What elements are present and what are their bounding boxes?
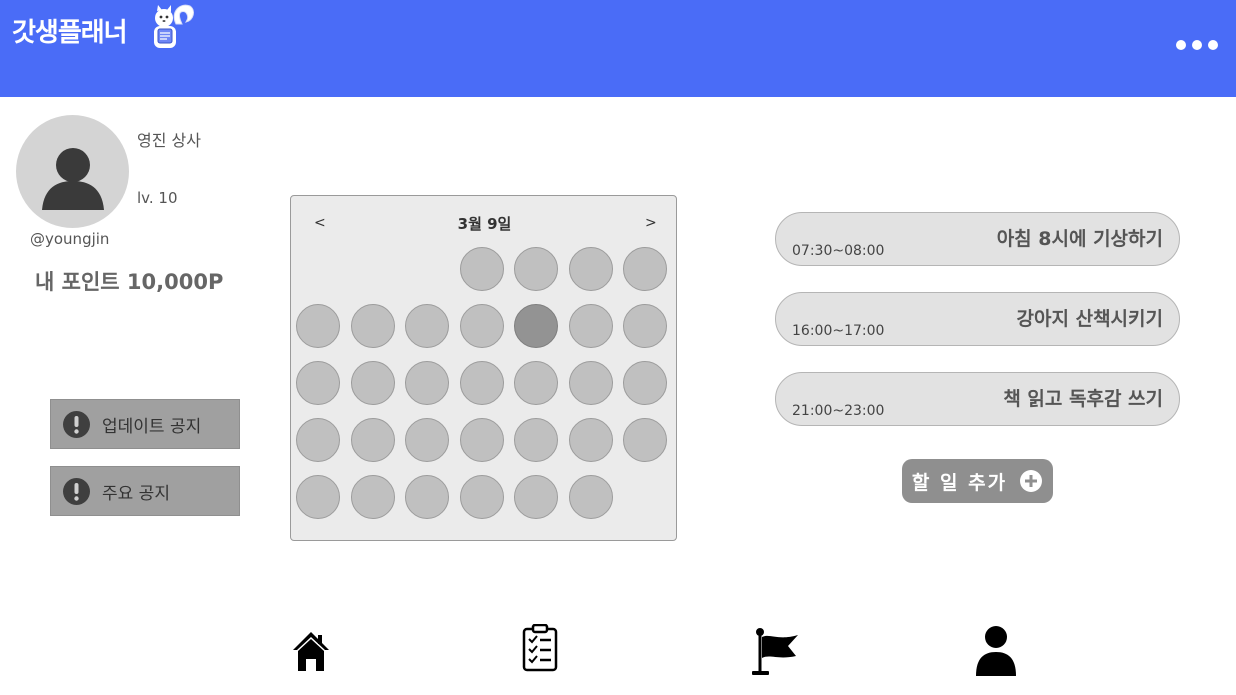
calendar-day[interactable]	[514, 361, 558, 405]
calendar-day[interactable]	[405, 418, 449, 462]
flag-icon[interactable]	[750, 624, 800, 676]
calendar-day[interactable]	[514, 247, 558, 291]
user-level: lv. 10	[137, 189, 178, 207]
app-header: 갓생플래너	[0, 0, 1236, 97]
calendar-day[interactable]	[296, 304, 340, 348]
calendar-day[interactable]	[350, 361, 395, 405]
calendar-day[interactable]	[459, 247, 504, 291]
calendar-date-title: 3월 9일	[457, 215, 512, 233]
calendar-day[interactable]	[568, 361, 613, 405]
user-name: 영진 상사	[137, 131, 201, 150]
calendar-day[interactable]	[623, 361, 667, 405]
points-display: 내 포인트 10,000P	[35, 270, 224, 294]
exclamation-icon	[63, 410, 90, 438]
calendar-day[interactable]	[623, 304, 667, 348]
calendar-day[interactable]	[514, 475, 558, 519]
clipboard-checklist-icon[interactable]	[520, 624, 560, 672]
task-item[interactable]: 책 읽고 독후감 쓰기 21:00~23:00	[775, 372, 1180, 426]
calendar-day[interactable]	[296, 418, 340, 462]
home-icon[interactable]	[291, 624, 331, 672]
app-title: 갓생플래너	[12, 18, 128, 48]
calendar-day[interactable]	[405, 361, 449, 405]
more-horizontal-icon	[1176, 40, 1186, 50]
task-time: 21:00~23:00	[792, 403, 885, 419]
task-time: 16:00~17:00	[792, 323, 885, 339]
update-notice-button[interactable]: 업데이트 공지	[50, 399, 240, 449]
task-name: 강아지 산책시키기	[1016, 308, 1163, 330]
calendar-day[interactable]	[568, 418, 613, 462]
calendar-day[interactable]	[568, 475, 613, 519]
exclamation-icon	[63, 477, 90, 505]
task-name: 책 읽고 독후감 쓰기	[1003, 388, 1163, 410]
calendar-day[interactable]	[459, 361, 504, 405]
task-item[interactable]: 아침 8시에 기상하기 07:30~08:00	[775, 212, 1180, 266]
calendar-day[interactable]	[296, 361, 340, 405]
avatar[interactable]	[16, 115, 129, 228]
task-name: 아침 8시에 기상하기	[996, 228, 1163, 250]
calendar-day[interactable]	[459, 475, 504, 519]
calendar-day[interactable]	[405, 304, 449, 348]
more-menu-button[interactable]	[1176, 40, 1218, 50]
calendar-day[interactable]	[350, 475, 395, 519]
calendar-day[interactable]	[568, 304, 613, 348]
calendar-day[interactable]	[296, 475, 340, 519]
calendar-day[interactable]	[568, 247, 613, 291]
next-month-button[interactable]: >	[645, 215, 657, 231]
person-icon[interactable]	[974, 624, 1018, 676]
calendar: 3월 9일 < >	[290, 195, 677, 541]
calendar-day[interactable]	[459, 304, 504, 348]
calendar-day[interactable]	[623, 418, 667, 462]
user-handle: @youngjin	[30, 230, 110, 248]
calendar-day-selected[interactable]	[514, 304, 558, 348]
add-task-label: 할 일 추가	[911, 471, 1008, 494]
notice-label: 주요 공지	[102, 483, 170, 504]
add-task-button[interactable]: 할 일 추가	[902, 459, 1053, 503]
plus-circle-icon	[1020, 470, 1043, 492]
task-time: 07:30~08:00	[792, 243, 885, 259]
calendar-day[interactable]	[350, 418, 395, 462]
main-notice-button[interactable]: 주요 공지	[50, 466, 240, 516]
calendar-day[interactable]	[623, 247, 667, 291]
prev-month-button[interactable]: <	[314, 215, 326, 231]
squirrel-mascot-icon	[154, 4, 194, 48]
person-icon	[42, 148, 104, 210]
task-item[interactable]: 강아지 산책시키기 16:00~17:00	[775, 292, 1180, 346]
calendar-day[interactable]	[514, 418, 558, 462]
calendar-day[interactable]	[405, 475, 449, 519]
calendar-day[interactable]	[459, 418, 504, 462]
notice-label: 업데이트 공지	[102, 416, 202, 437]
calendar-day[interactable]	[350, 304, 395, 348]
